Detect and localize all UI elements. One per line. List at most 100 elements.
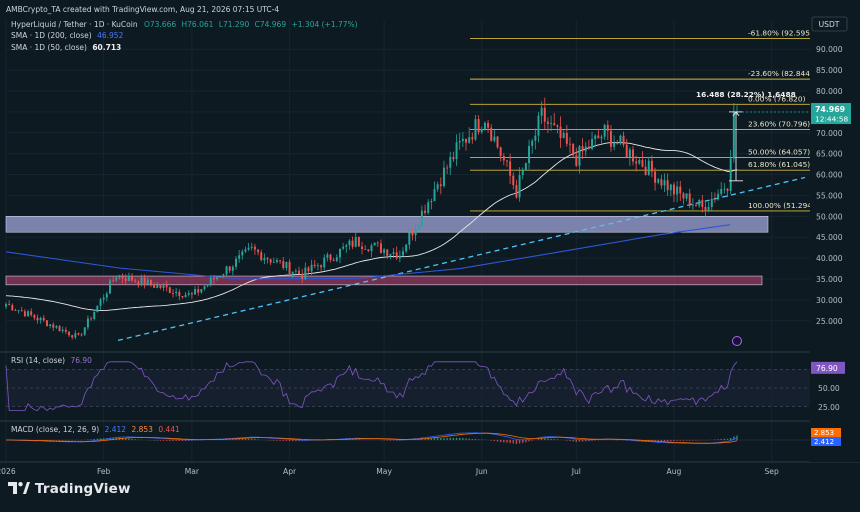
macd-histogram-bar — [229, 439, 230, 440]
candle-body — [52, 324, 54, 327]
candle-body — [701, 200, 703, 207]
candle-body — [323, 258, 325, 268]
macd-histogram-bar — [572, 440, 573, 441]
macd-histogram-bar — [257, 439, 258, 440]
macd-histogram-bar — [283, 440, 284, 441]
sma200-legend[interactable]: SMA · 1D (200, close) 46.952 — [11, 31, 123, 40]
candle-body — [27, 311, 29, 316]
candle-body — [348, 241, 350, 246]
candle-body — [197, 289, 199, 292]
candle-body — [84, 327, 86, 334]
candle-body — [96, 306, 98, 312]
macd-histogram-bar — [509, 440, 510, 443]
candle-body — [478, 119, 480, 132]
candle-body — [443, 168, 445, 186]
candle-body — [452, 157, 454, 159]
candle-body — [556, 125, 558, 126]
macd-histogram-bar — [242, 439, 243, 440]
macd-histogram-bar — [582, 440, 583, 442]
macd-histogram-bar — [396, 440, 397, 441]
tradingview-logo-icon — [8, 482, 30, 494]
macd-histogram-bar — [125, 438, 126, 440]
macd-histogram-bar — [730, 438, 731, 440]
candle-body — [544, 108, 546, 122]
macd-histogram-bar — [62, 440, 63, 441]
macd-histogram-bar — [390, 440, 391, 441]
price-tick-label: 90.000 — [816, 45, 843, 54]
candle-body — [200, 289, 202, 292]
candle-body — [405, 245, 407, 252]
candle-body — [339, 249, 341, 258]
candle-body — [667, 180, 669, 190]
fib-level-label: 23.60% (70.796) — [748, 119, 810, 128]
candle-body — [733, 112, 735, 158]
candle-body — [541, 108, 543, 116]
macd-histogram-bar — [456, 438, 457, 440]
macd-histogram-bar — [683, 440, 684, 441]
candle-body — [153, 285, 155, 288]
candle-body — [389, 254, 391, 256]
candle-body — [122, 275, 124, 278]
candle-body — [295, 271, 297, 272]
candle-body — [106, 294, 108, 298]
candle-body — [411, 232, 413, 235]
candle-body — [336, 257, 338, 260]
rsi-legend[interactable]: RSI (14, close) 76.90 — [11, 356, 92, 365]
tradingview-logo[interactable]: TradingView — [8, 481, 131, 497]
macd-histogram-bar — [531, 440, 532, 441]
candle-body — [714, 199, 716, 200]
time-tick-label: Mar — [185, 467, 200, 476]
time-tick-label: 2026 — [0, 467, 16, 476]
macd-histogram-bar — [670, 440, 671, 441]
open-value: O73.666 — [144, 20, 176, 29]
candle-body — [194, 289, 196, 294]
candle-body — [566, 133, 568, 144]
macd-histogram-bar — [566, 440, 567, 441]
candle-body — [5, 304, 7, 306]
symbol-legend[interactable]: HyperLiquid / Tether · 1D · KuCoin O73.6… — [11, 20, 358, 29]
candle-body — [134, 281, 136, 282]
candle-body — [156, 285, 158, 288]
candle-body — [169, 287, 171, 293]
candle-body — [720, 189, 722, 194]
candle-body — [90, 319, 92, 320]
price-tick-label: 40.000 — [816, 254, 843, 263]
macd-histogram-bar — [557, 439, 558, 440]
candle-body — [49, 324, 51, 326]
candle-body — [159, 285, 161, 288]
candle-body — [380, 243, 382, 253]
macd-histogram-bar — [538, 439, 539, 440]
candle-body — [408, 232, 410, 244]
macd-hist-value: 0.441 — [158, 425, 179, 434]
alert-marker — [732, 337, 741, 346]
candle-body — [87, 319, 89, 328]
macd-histogram-bar — [358, 439, 359, 440]
candle-body — [270, 259, 272, 262]
candle-body — [704, 207, 706, 211]
macd-histogram-bar — [522, 440, 523, 443]
candle-body — [440, 184, 442, 186]
candle-body — [185, 295, 187, 298]
candle-body — [547, 122, 549, 124]
candle-body — [100, 299, 102, 305]
candle-body — [503, 156, 505, 160]
macd-histogram-bar — [717, 439, 718, 440]
candle-body — [282, 261, 284, 268]
macd-legend[interactable]: MACD (close, 12, 26, 9) 2.412 2.853 0.44… — [11, 425, 180, 434]
macd-histogram-bar — [68, 440, 69, 441]
candle-body — [93, 312, 95, 319]
macd-histogram-bar — [440, 438, 441, 440]
candle-body — [730, 159, 732, 191]
candle-body — [144, 277, 146, 285]
candle-body — [635, 162, 637, 164]
candle-body — [396, 252, 398, 258]
sma50-legend[interactable]: SMA · 1D (50, close) 60.713 — [11, 43, 121, 52]
candle-body — [575, 155, 577, 166]
macd-histogram-bar — [232, 439, 233, 440]
candle-body — [172, 293, 174, 294]
candle-body — [103, 298, 105, 300]
macd-histogram-bar — [94, 439, 95, 440]
macd-histogram-bar — [71, 440, 72, 441]
candle-body — [648, 161, 650, 175]
candle-body — [178, 292, 180, 296]
